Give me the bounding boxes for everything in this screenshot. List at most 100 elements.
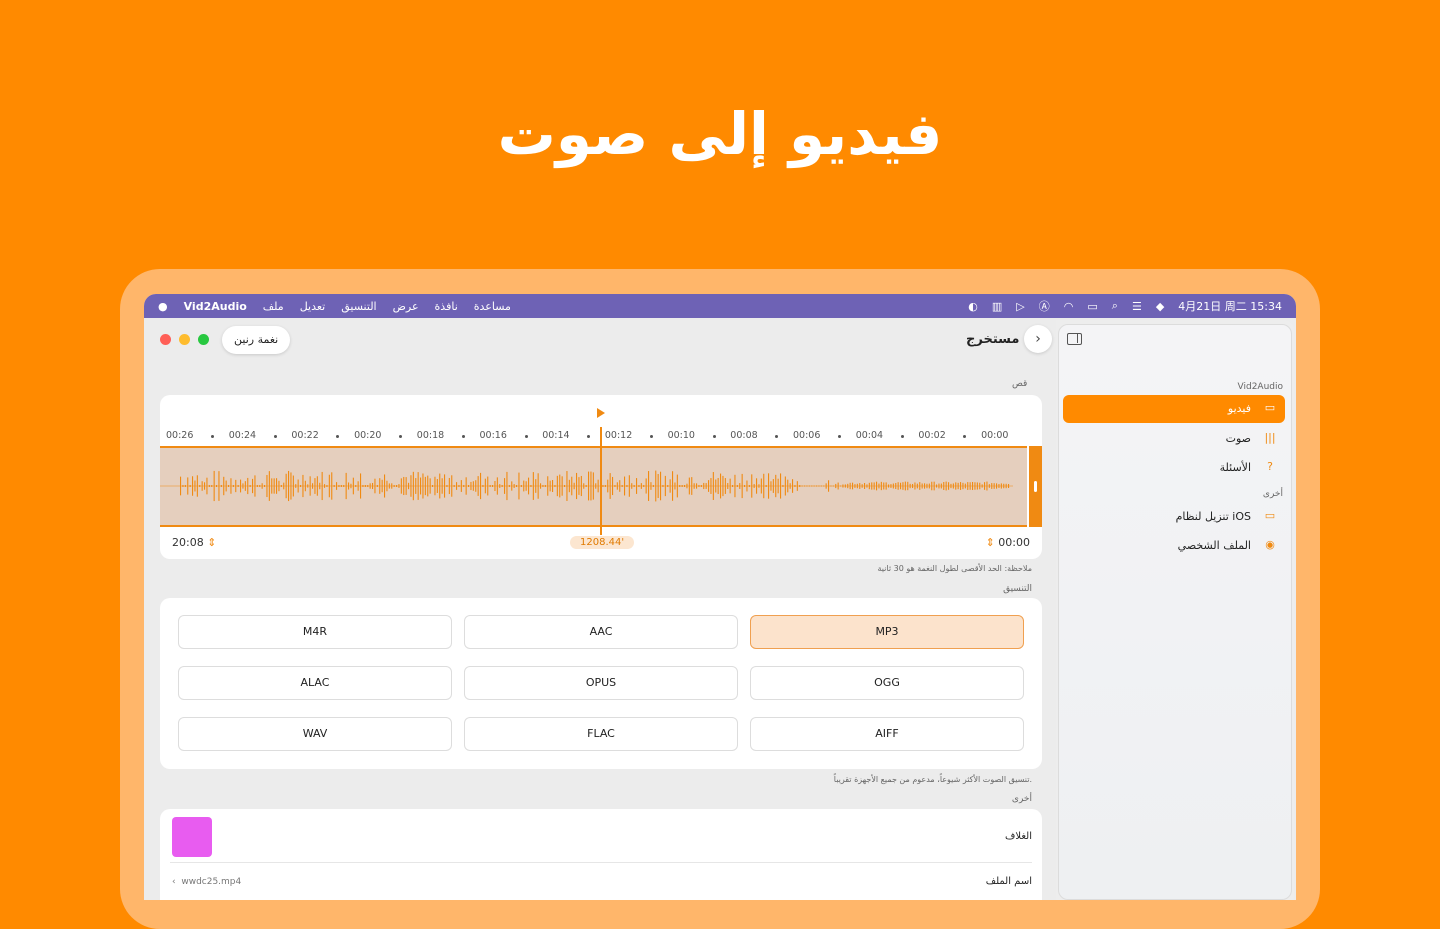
waveform-bar	[943, 482, 945, 490]
timeline-tick-dot	[336, 435, 340, 438]
timeline-tick-label: 00:06	[793, 430, 821, 441]
waveform-bar	[254, 475, 256, 497]
siri-icon[interactable]: ◆	[1156, 300, 1164, 313]
waveform-bar	[696, 483, 698, 489]
waveform-bar	[904, 481, 906, 491]
timeline-tick-label: 00:08	[730, 430, 758, 441]
waveform-bar	[408, 482, 410, 490]
waveform-bar	[729, 478, 731, 494]
format-aac-button[interactable]: AAC	[464, 615, 738, 649]
waveform-bar	[290, 472, 292, 500]
input-source-icon[interactable]: Ⓐ	[1039, 298, 1050, 314]
waveform-bar	[631, 483, 633, 489]
waveform-bar	[612, 476, 614, 496]
menu-format[interactable]: التنسيق	[341, 300, 376, 313]
waveform-bar	[496, 477, 498, 495]
playhead-line[interactable]	[600, 427, 602, 535]
waveform-bar	[568, 479, 570, 493]
menu-app-name[interactable]: Vid2Audio	[184, 300, 247, 313]
waveform-bar	[489, 485, 491, 487]
waveform-bar	[468, 485, 470, 487]
waveform-bar	[664, 475, 666, 497]
waveform-bar	[885, 482, 887, 490]
format-aiff-button[interactable]: AIFF	[750, 717, 1024, 751]
zoom-button[interactable]	[198, 334, 209, 345]
format-wav-button[interactable]: WAV	[178, 717, 452, 751]
waveform-bar	[194, 480, 196, 492]
sidebar-item-ios-download[interactable]: ▭ تنزيل لنظام iOS	[1063, 503, 1285, 531]
sidebar-item-video[interactable]: ▭ فيديو	[1063, 395, 1285, 423]
menu-window[interactable]: نافذة	[435, 300, 458, 313]
format-opus-button[interactable]: OPUS	[464, 666, 738, 700]
filename-row[interactable]: ‹ wwdc25.mp4	[172, 877, 241, 887]
chevron-right-icon[interactable]: ›	[1024, 325, 1052, 353]
timeline-tick-dot	[273, 435, 277, 438]
waveform-bar	[902, 482, 904, 490]
waveform-bar	[259, 485, 261, 487]
waveform-bar	[686, 483, 688, 489]
waveform-bar	[480, 472, 482, 500]
format-m4r-button[interactable]: M4R	[178, 615, 452, 649]
menu-edit[interactable]: تعديل	[300, 300, 326, 313]
waveform-bar	[854, 484, 856, 488]
minimize-button[interactable]	[179, 334, 190, 345]
apple-icon[interactable]: ●	[158, 300, 168, 313]
format-flac-button[interactable]: FLAC	[464, 717, 738, 751]
format-mp3-button[interactable]: MP3	[750, 615, 1024, 649]
waveform-bar	[890, 484, 892, 488]
battery-icon[interactable]: ▭	[1087, 300, 1097, 313]
mac-screen: ● Vid2Audio ملف تعديل التنسيق عرض نافذة …	[144, 294, 1296, 900]
waveform-bar	[724, 478, 726, 494]
devices-icon: ▭	[1264, 509, 1276, 522]
timeline-tick-label: 00:02	[918, 430, 946, 441]
menu-clock[interactable]: 4月21日 周二 15:34	[1178, 298, 1282, 314]
close-button[interactable]	[160, 334, 171, 345]
waveform-bar	[633, 485, 635, 487]
waveform-bar	[933, 481, 935, 491]
trim-handle[interactable]	[1029, 446, 1042, 527]
waveform-region[interactable]	[160, 446, 1027, 527]
timeline-tick-label: 00:22	[291, 430, 319, 441]
waveform-bar	[717, 477, 719, 495]
menu-view[interactable]: عرض	[393, 300, 419, 313]
waveform-bar	[321, 471, 323, 501]
start-time-stepper[interactable]: ⇕ 00:00	[986, 536, 1030, 549]
cover-thumbnail[interactable]	[172, 817, 212, 857]
filename-label: اسم الملف	[985, 876, 1032, 887]
network-icon[interactable]: ▥	[992, 300, 1002, 313]
sidebar-item-faq[interactable]: ? الأسئلة	[1063, 454, 1285, 482]
waveform-bar	[787, 479, 789, 493]
sidebar-toggle-icon[interactable]	[1067, 333, 1082, 345]
waveform-bar	[199, 485, 201, 487]
waveform-bar	[441, 478, 443, 494]
search-icon[interactable]: ⌕	[1112, 299, 1118, 313]
waveform-bar	[765, 485, 767, 487]
waveform-bar	[760, 478, 762, 494]
end-time-stepper[interactable]: 20:08 ⇕	[172, 536, 216, 549]
menu-help[interactable]: مساعدة	[474, 300, 511, 313]
waveform-bar	[674, 482, 676, 490]
waveform-bar	[540, 483, 542, 489]
waveform-bar	[228, 485, 230, 487]
cat-icon[interactable]: ◐	[968, 300, 978, 313]
format-alac-button[interactable]: ALAC	[178, 666, 452, 700]
sidebar-item-profile[interactable]: ◉ الملف الشخصي	[1063, 532, 1285, 560]
play-icon[interactable]: ▷	[1016, 300, 1024, 313]
waveform-bar	[182, 485, 184, 487]
ringtone-button[interactable]: نغمة رنين	[222, 326, 291, 354]
waveform-bar	[295, 484, 297, 488]
waveform-bar	[916, 483, 918, 489]
timeline-tick-dot	[649, 435, 653, 438]
sidebar-item-label: فيديو	[1227, 402, 1251, 415]
menu-file[interactable]: ملف	[263, 300, 284, 313]
waveform-bar	[367, 485, 369, 487]
trim-note: ملاحظة: الحد الأقصى لطول النغمة هو 30 ثا…	[877, 564, 1032, 573]
playhead-marker-icon[interactable]	[597, 408, 605, 418]
waveform-bar	[340, 485, 342, 487]
waveform-bar	[180, 476, 182, 496]
waveform-bar	[396, 485, 398, 487]
control-center-icon[interactable]: ☰	[1132, 300, 1142, 313]
sidebar-item-audio[interactable]: ||| صوت	[1063, 425, 1285, 453]
format-ogg-button[interactable]: OGG	[750, 666, 1024, 700]
wifi-icon[interactable]: ◠	[1064, 300, 1074, 313]
